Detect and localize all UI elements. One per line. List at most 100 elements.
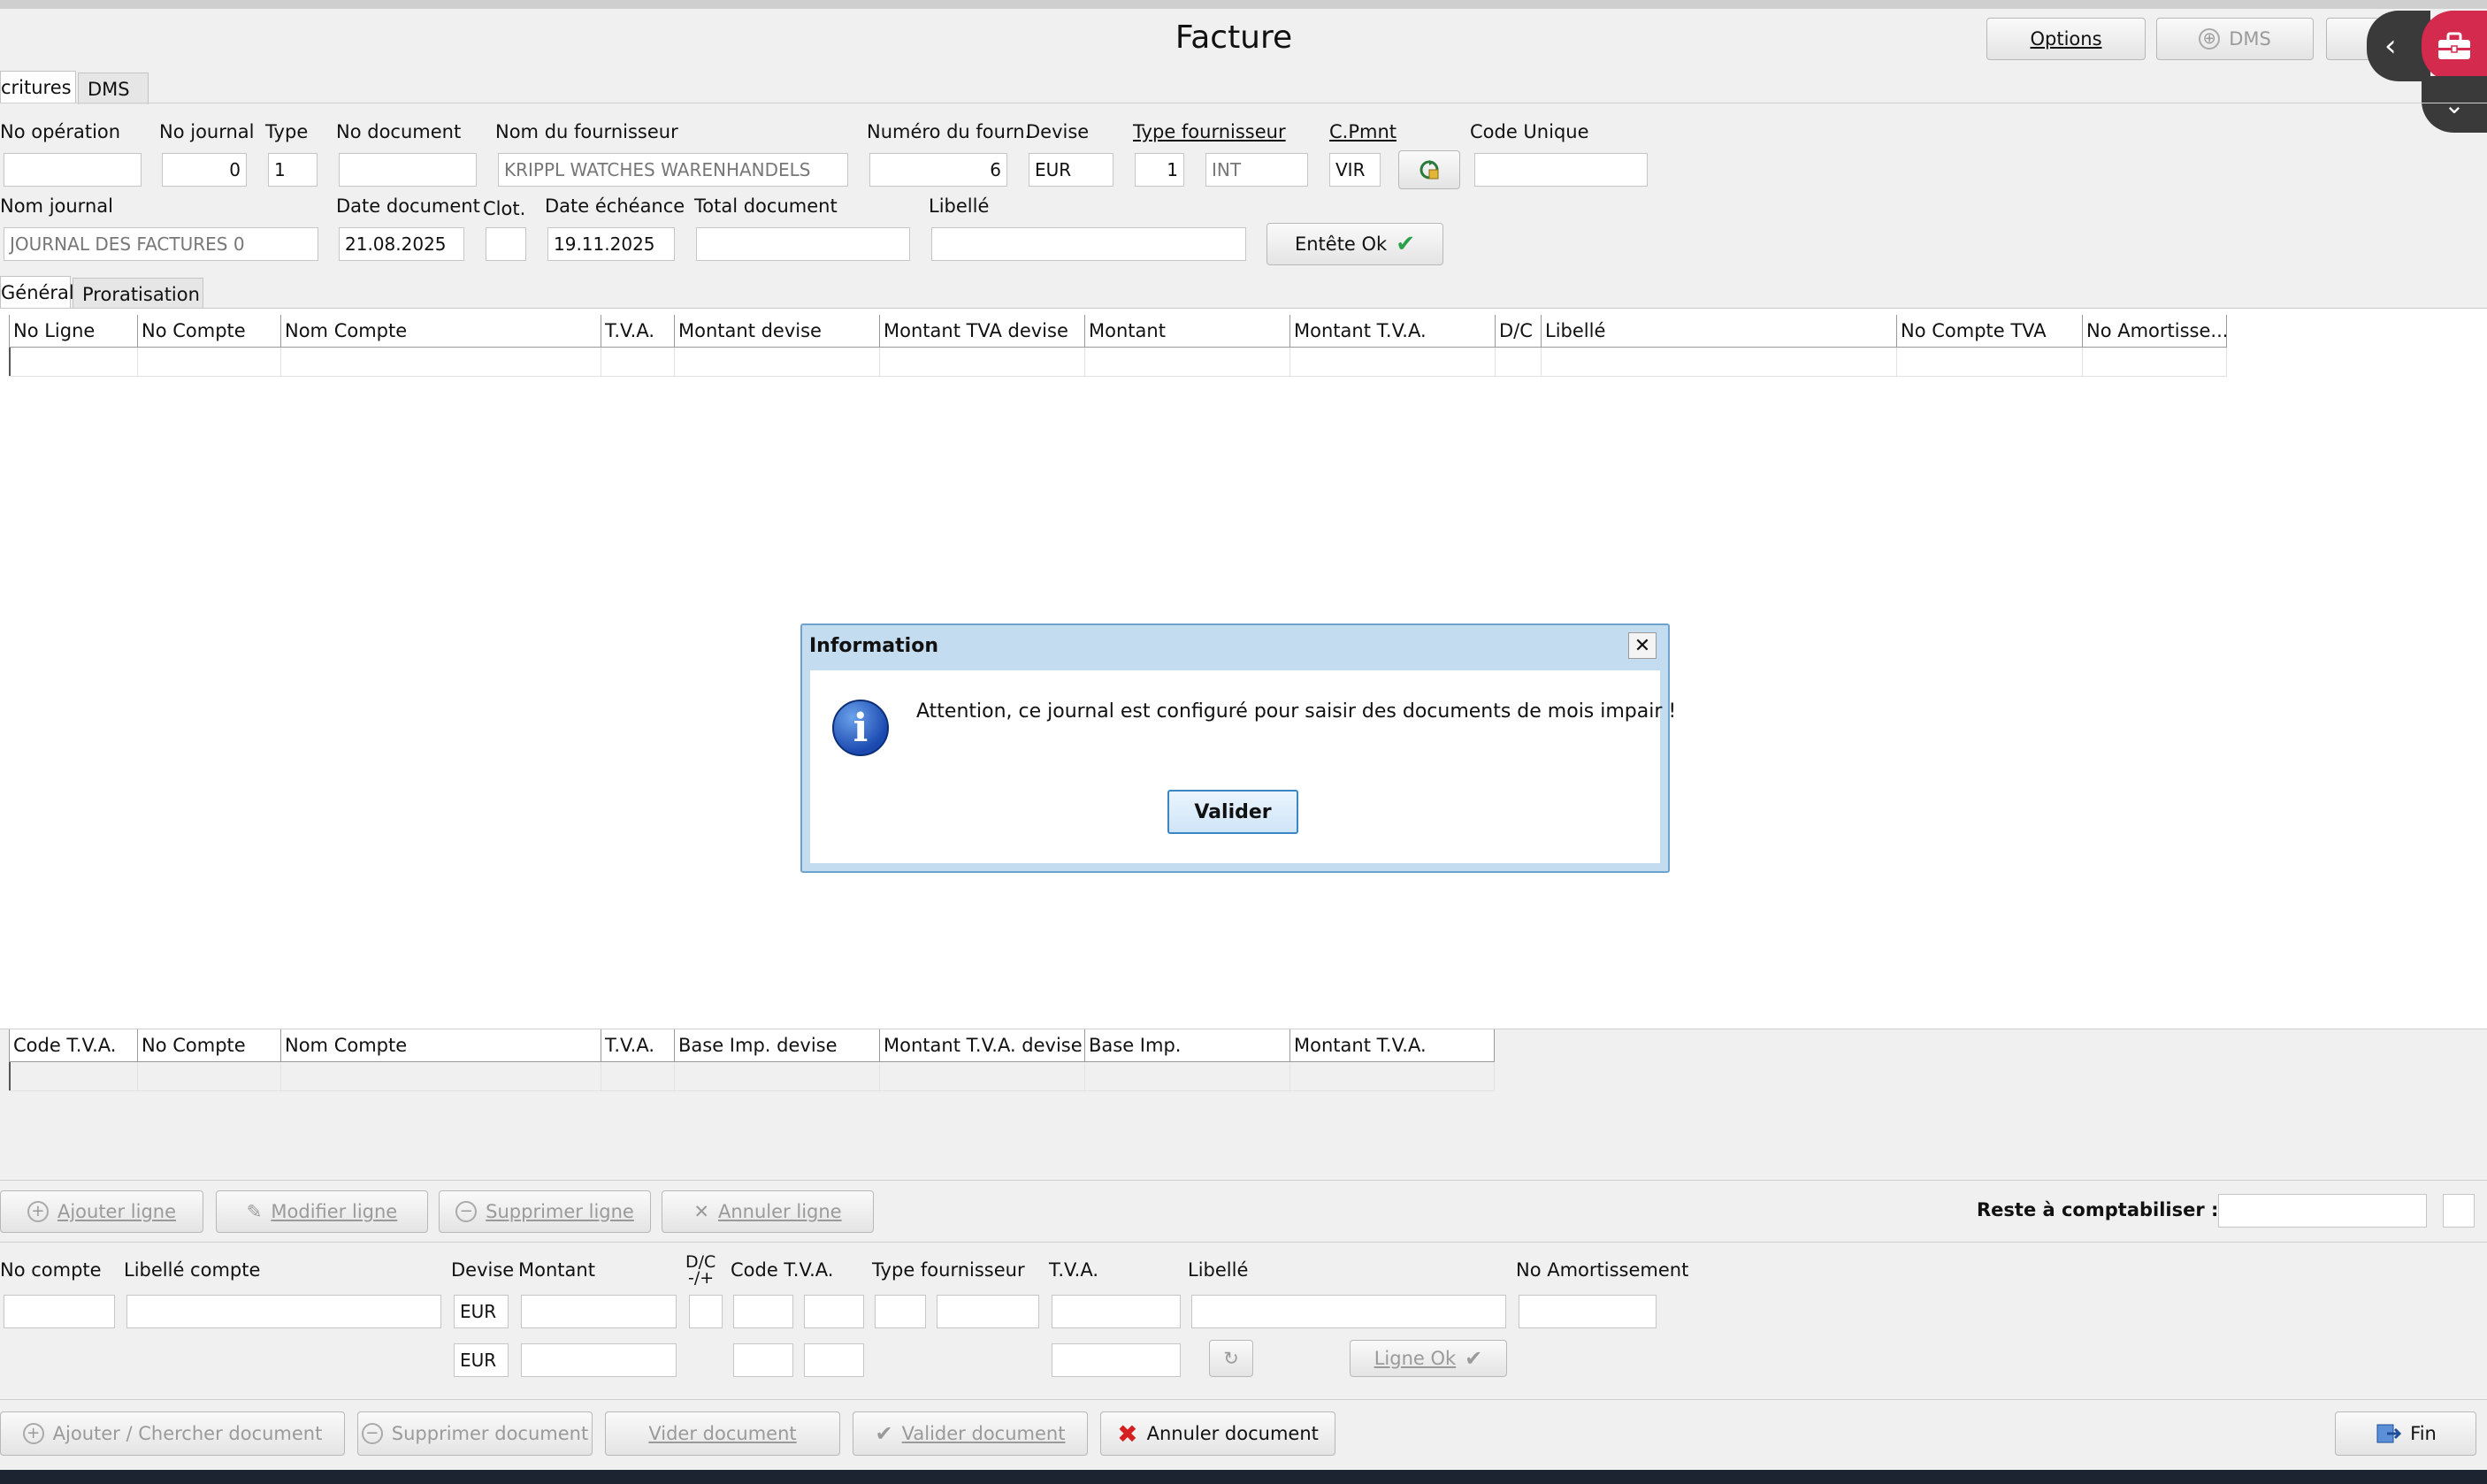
dialog-close-button[interactable]: ✕ <box>1628 632 1657 659</box>
toolbox-icon <box>2438 32 2470 59</box>
table-row[interactable] <box>9 1062 1495 1091</box>
entry-libelle-field[interactable] <box>1191 1295 1506 1328</box>
ajouter-ligne-label: Ajouter ligne <box>57 1201 177 1222</box>
col-no-compte[interactable]: No Compte <box>137 315 280 347</box>
date-document-field[interactable]: 21.08.2025 <box>339 227 464 261</box>
window-title: Facture <box>1175 19 1293 56</box>
tab-general[interactable]: Général <box>0 276 74 308</box>
entry-code-tva-field[interactable] <box>733 1295 793 1328</box>
entry-type-fournisseur-field[interactable] <box>875 1295 926 1328</box>
clot-field[interactable] <box>486 227 526 261</box>
col-vat-no-compte[interactable]: No Compte <box>137 1029 280 1061</box>
fin-button[interactable]: Fin <box>2335 1411 2476 1456</box>
col-no-compte-tva[interactable]: No Compte TVA <box>1896 315 2082 347</box>
exit-icon <box>2376 1424 2402 1443</box>
entry-devise-field[interactable]: EUR <box>454 1295 509 1328</box>
libelle-field[interactable] <box>931 227 1246 261</box>
tab-dms-label: DMS <box>88 79 130 100</box>
modifier-ligne-button[interactable]: ✎ Modifier ligne <box>216 1190 428 1233</box>
type-fourn-num-field[interactable]: 1 <box>1135 153 1184 187</box>
no-operation-field[interactable] <box>4 153 142 187</box>
col-tva[interactable]: T.V.A. <box>601 315 674 347</box>
col-montant-tva[interactable]: Montant T.V.A. <box>1289 315 1495 347</box>
col-no-ligne[interactable]: No Ligne <box>9 315 137 347</box>
tab-general-label: Général <box>1 282 74 303</box>
ajouter-chercher-document-button[interactable]: + Ajouter / Chercher document <box>0 1411 345 1456</box>
code-unique-field[interactable] <box>1474 153 1648 187</box>
date-echeance-field[interactable]: 19.11.2025 <box>547 227 675 261</box>
check-icon: ✔ <box>875 1421 893 1446</box>
tab-ecritures[interactable]: critures <box>0 71 76 103</box>
no-document-label: No document <box>336 121 462 142</box>
entry-tva-label: T.V.A. <box>1049 1259 1099 1281</box>
ajouter-ligne-button[interactable]: + Ajouter ligne <box>0 1190 203 1233</box>
nom-fournisseur-field[interactable]: KRIPPL WATCHES WARENHANDELS <box>498 153 848 187</box>
cpmnt-link[interactable]: C.Pmnt <box>1329 121 1397 142</box>
entry-libelle-label: Libellé <box>1188 1259 1249 1281</box>
col-dc[interactable]: D/C <box>1495 315 1541 347</box>
entry-dc-field[interactable] <box>689 1295 723 1328</box>
nom-journal-field[interactable]: JOURNAL DES FACTURES 0 <box>4 227 318 261</box>
expand-down-button[interactable]: ⌄ <box>2422 76 2487 133</box>
entry-code-tva-label: Code T.V.A. <box>731 1259 834 1281</box>
col-vat-tva[interactable]: T.V.A. <box>601 1029 674 1061</box>
col-base-imp-devise[interactable]: Base Imp. devise <box>674 1029 879 1061</box>
tab-proratisation-label: Proratisation <box>82 284 200 305</box>
entry-no-amortissement-field[interactable] <box>1519 1295 1657 1328</box>
vider-document-button[interactable]: Vider document <box>605 1411 840 1456</box>
date-echeance-label: Date échéance <box>545 195 685 217</box>
col-montant[interactable]: Montant <box>1084 315 1289 347</box>
col-no-amortissement[interactable]: No Amortisse... <box>2082 315 2227 347</box>
tab-dms[interactable]: DMS <box>78 73 149 104</box>
dialog-valider-button[interactable]: Valider <box>1167 790 1298 834</box>
dms-button[interactable]: ⊕ DMS <box>2156 18 2314 60</box>
valider-document-button[interactable]: ✔ Valider document <box>853 1411 1088 1456</box>
type-field[interactable]: 1 <box>268 153 318 187</box>
col-code-tva[interactable]: Code T.V.A. <box>9 1029 137 1061</box>
ligne-ok-button[interactable]: Ligne Ok ✔ <box>1350 1340 1507 1377</box>
clot-label: Clot. <box>483 198 526 219</box>
reste-a-comptabiliser-field <box>2218 1194 2427 1228</box>
col-montant-tva-devise[interactable]: Montant TVA devise <box>879 315 1084 347</box>
entete-ok-button[interactable]: Entête Ok ✔ <box>1266 223 1443 265</box>
no-document-field[interactable] <box>339 153 477 187</box>
col-montant-devise[interactable]: Montant devise <box>674 315 879 347</box>
entry-code-tva-field-2[interactable] <box>804 1295 864 1328</box>
entry-montant-field-2[interactable] <box>521 1343 677 1377</box>
supprimer-ligne-button[interactable]: − Supprimer ligne <box>439 1190 651 1233</box>
supprimer-document-button[interactable]: − Supprimer document <box>357 1411 593 1456</box>
refresh-header-button[interactable] <box>1398 150 1460 189</box>
code-unique-label: Code Unique <box>1470 121 1589 142</box>
col-nom-compte[interactable]: Nom Compte <box>280 315 601 347</box>
tab-proratisation[interactable]: Proratisation <box>73 278 203 310</box>
entry-refresh-button[interactable]: ↻ <box>1209 1340 1253 1377</box>
no-journal-field[interactable]: 0 <box>162 153 247 187</box>
col-base-imp[interactable]: Base Imp. <box>1084 1029 1289 1061</box>
table-row[interactable] <box>9 348 2227 377</box>
cpmnt-field[interactable]: VIR <box>1329 153 1381 187</box>
entry-code-tva-field-4[interactable] <box>804 1343 864 1377</box>
total-document-field[interactable] <box>696 227 910 261</box>
annuler-document-button[interactable]: ✖ Annuler document <box>1100 1411 1335 1456</box>
col-vat-nom-compte[interactable]: Nom Compte <box>280 1029 601 1061</box>
options-button[interactable]: Options <box>1986 18 2146 60</box>
entry-montant-field[interactable] <box>521 1295 677 1328</box>
toolbox-button[interactable] <box>2422 11 2487 81</box>
devise-field[interactable]: EUR <box>1029 153 1113 187</box>
col-montant-tva-devise-vat[interactable]: Montant T.V.A. devise <box>879 1029 1084 1061</box>
entry-no-compte-field[interactable] <box>4 1295 115 1328</box>
vider-document-label: Vider document <box>648 1423 797 1444</box>
dms-icon: ⊕ <box>2199 28 2221 50</box>
entry-tva-field[interactable] <box>1052 1295 1181 1328</box>
entry-devise-field-2[interactable]: EUR <box>454 1343 509 1377</box>
entry-code-tva-field-3[interactable] <box>733 1343 793 1377</box>
annuler-ligne-button[interactable]: ✕ Annuler ligne <box>662 1190 874 1233</box>
entry-type-fournisseur-field-2[interactable] <box>937 1295 1039 1328</box>
type-fournisseur-link[interactable]: Type fournisseur <box>1133 121 1286 142</box>
entry-tva-field-2[interactable] <box>1052 1343 1181 1377</box>
col-montant-tva-vat[interactable]: Montant T.V.A. <box>1289 1029 1495 1061</box>
col-libelle[interactable]: Libellé <box>1541 315 1896 347</box>
numero-fourn-field[interactable]: 6 <box>869 153 1007 187</box>
type-fourn-code-field[interactable]: INT <box>1205 153 1308 187</box>
entry-libelle-compte-field[interactable] <box>126 1295 441 1328</box>
